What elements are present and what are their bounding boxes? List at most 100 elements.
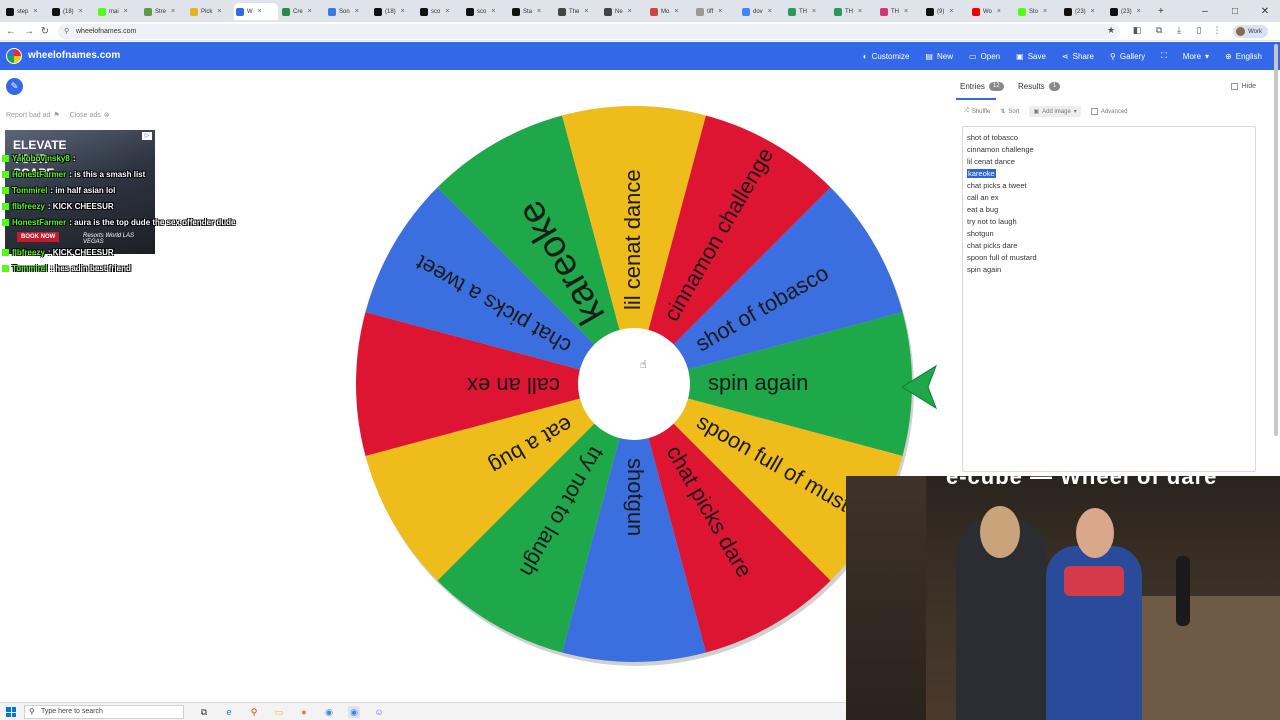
hide-checkbox[interactable] bbox=[1230, 83, 1238, 90]
browser-tab[interactable]: TH × bbox=[786, 3, 830, 20]
entry-line[interactable]: try not to laugh bbox=[967, 217, 1017, 226]
close-tab-icon[interactable]: × bbox=[949, 8, 953, 15]
advanced-checkbox[interactable] bbox=[1090, 108, 1098, 115]
shuffle-button[interactable]: ⤮ Shuffle bbox=[964, 106, 990, 117]
browser-tab[interactable]: Mo × bbox=[648, 3, 692, 20]
hide-toggle[interactable]: Hide bbox=[1230, 83, 1256, 90]
entry-line[interactable]: chat picks a tweet bbox=[967, 181, 1027, 190]
browser-tab[interactable]: sco × bbox=[464, 3, 508, 20]
firefox-icon[interactable]: ● bbox=[298, 706, 310, 718]
menu-item-customize[interactable]: ◐ Customize bbox=[855, 42, 918, 70]
close-tab-icon[interactable]: × bbox=[308, 8, 312, 15]
file-explorer-icon[interactable]: ▭ bbox=[273, 706, 285, 718]
browser-tab[interactable]: (18) × bbox=[50, 3, 94, 20]
browser-tab[interactable]: TH × bbox=[878, 3, 922, 20]
add-image-dropdown[interactable]: ▣ Add image ▾ bbox=[1029, 106, 1081, 117]
browser-tab[interactable]: Stre × bbox=[142, 3, 186, 20]
entry-line[interactable]: shotgun bbox=[967, 229, 994, 238]
close-tab-icon[interactable]: × bbox=[401, 8, 405, 15]
close-window-icon[interactable]: ✕ bbox=[1250, 0, 1280, 22]
site-info-icon[interactable]: ⚲ bbox=[64, 24, 69, 39]
sort-button[interactable]: ⇅ Sort bbox=[1000, 106, 1019, 117]
entry-line[interactable]: call an ex bbox=[967, 193, 999, 202]
close-tab-icon[interactable]: × bbox=[768, 8, 772, 15]
ad-info-icon[interactable]: ▷ bbox=[142, 132, 152, 140]
chrome-icon[interactable]: ◉ bbox=[348, 706, 360, 718]
page-scrollbar[interactable] bbox=[1274, 44, 1278, 436]
entry-line[interactable]: spoon full of mustard bbox=[967, 253, 1037, 262]
browser-tab[interactable]: W × bbox=[234, 3, 278, 20]
entry-line[interactable]: shot of tobasco bbox=[967, 133, 1018, 142]
close-tab-icon[interactable]: × bbox=[628, 8, 632, 15]
browser-tab[interactable]: (23) × bbox=[1062, 3, 1106, 20]
new-tab-button[interactable]: + bbox=[1156, 3, 1166, 20]
forward-icon[interactable]: → bbox=[22, 25, 36, 38]
close-tab-icon[interactable]: × bbox=[997, 8, 1001, 15]
browser-tab[interactable]: Pick × bbox=[188, 3, 232, 20]
menu-item-open[interactable]: ▭ Open bbox=[961, 42, 1008, 70]
menu-item-english[interactable]: ⊕ English bbox=[1217, 42, 1270, 70]
menu-item-fullscreen[interactable]: ⛶ bbox=[1153, 42, 1175, 70]
menu-item-save[interactable]: ▣ Save bbox=[1008, 42, 1054, 70]
report-bad-ad-link[interactable]: Report bad ad ⚑ bbox=[6, 111, 60, 120]
search-app-icon[interactable]: ⚲ bbox=[248, 706, 260, 718]
wheel-graphic[interactable]: spin againspoon full of mustardchat pick… bbox=[354, 104, 914, 666]
tab-results[interactable]: Results 1 bbox=[1018, 82, 1061, 91]
close-tab-icon[interactable]: × bbox=[445, 8, 449, 15]
ad-book-now-button[interactable]: BOOK NOW bbox=[17, 232, 60, 242]
wheel-center-button[interactable] bbox=[578, 328, 690, 440]
task-view-icon[interactable]: ⧉ bbox=[198, 706, 210, 718]
close-tab-icon[interactable]: × bbox=[355, 8, 359, 15]
close-ads-link[interactable]: Close ads ⊗ bbox=[70, 111, 110, 120]
entries-textarea[interactable]: shot of tobasco cinnamon challenge lil cen… bbox=[962, 126, 1256, 472]
close-tab-icon[interactable]: × bbox=[674, 8, 678, 15]
browser-tab[interactable]: (9) × bbox=[924, 3, 968, 20]
browser-tab[interactable]: Wo × bbox=[970, 3, 1014, 20]
edit-pencil-icon[interactable]: ✎ bbox=[6, 78, 23, 95]
menu-item-more[interactable]: More ▾ bbox=[1175, 42, 1217, 70]
entry-line[interactable]: cinnamon challenge bbox=[967, 145, 1034, 154]
close-tab-icon[interactable]: × bbox=[1043, 8, 1047, 15]
browser-tab[interactable]: (23) × bbox=[1108, 3, 1152, 20]
browser-tab[interactable]: mai × bbox=[96, 3, 140, 20]
close-tab-icon[interactable]: × bbox=[584, 8, 588, 15]
chrome-icon[interactable]: ◉ bbox=[323, 706, 335, 718]
close-tab-icon[interactable]: × bbox=[217, 8, 221, 15]
discord-icon[interactable]: ☺ bbox=[373, 706, 385, 718]
browser-tab[interactable]: Sto × bbox=[1016, 3, 1060, 20]
site-logo-icon[interactable] bbox=[6, 48, 22, 64]
entry-line[interactable]: lil cenat dance bbox=[967, 157, 1015, 166]
bookmark-star-icon[interactable]: ★ bbox=[1104, 25, 1118, 36]
browser-tab[interactable]: Ne × bbox=[602, 3, 646, 20]
close-tab-icon[interactable]: × bbox=[812, 8, 816, 15]
close-tab-icon[interactable]: × bbox=[491, 8, 495, 15]
taskbar-search-input[interactable]: ⚲ Type here to search bbox=[24, 705, 184, 719]
entry-line[interactable]: spin again bbox=[967, 265, 1001, 274]
side-panel-icon[interactable]: ▯ bbox=[1192, 25, 1206, 36]
entry-line[interactable]: kareoke bbox=[967, 169, 996, 178]
browser-tab[interactable]: (18) × bbox=[372, 3, 416, 20]
extensions-puzzle-icon[interactable]: ⧉ bbox=[1152, 25, 1166, 36]
close-tab-icon[interactable]: × bbox=[258, 8, 262, 15]
browser-tab[interactable]: Sta × bbox=[510, 3, 554, 20]
menu-item-share[interactable]: ⋖ Share bbox=[1054, 42, 1102, 70]
back-icon[interactable]: ← bbox=[4, 25, 18, 38]
close-tab-icon[interactable]: × bbox=[904, 8, 908, 15]
close-tab-icon[interactable]: × bbox=[718, 8, 722, 15]
browser-tab[interactable]: Son × bbox=[326, 3, 370, 20]
download-icon[interactable]: ⤓ bbox=[1172, 25, 1186, 36]
maximize-icon[interactable]: □ bbox=[1220, 0, 1250, 22]
browser-tab[interactable]: dov × bbox=[740, 3, 784, 20]
close-tab-icon[interactable]: × bbox=[858, 8, 862, 15]
entry-line[interactable]: eat a bug bbox=[967, 205, 998, 214]
extension-icon[interactable]: ◧ bbox=[1130, 25, 1144, 36]
edge-icon[interactable]: e bbox=[223, 706, 235, 718]
close-tab-icon[interactable]: × bbox=[537, 8, 541, 15]
close-tab-icon[interactable]: × bbox=[171, 8, 175, 15]
advanced-toggle[interactable]: Advanced bbox=[1090, 106, 1128, 117]
url-input[interactable]: ⚲ wheelofnames.com bbox=[58, 24, 1120, 39]
wheel[interactable]: spin again spoon full of mustard chat pick… bbox=[354, 104, 914, 666]
browser-tab[interactable]: Cre × bbox=[280, 3, 324, 20]
browser-tab[interactable]: sco × bbox=[418, 3, 462, 20]
site-name[interactable]: wheelofnames.com bbox=[28, 50, 120, 61]
